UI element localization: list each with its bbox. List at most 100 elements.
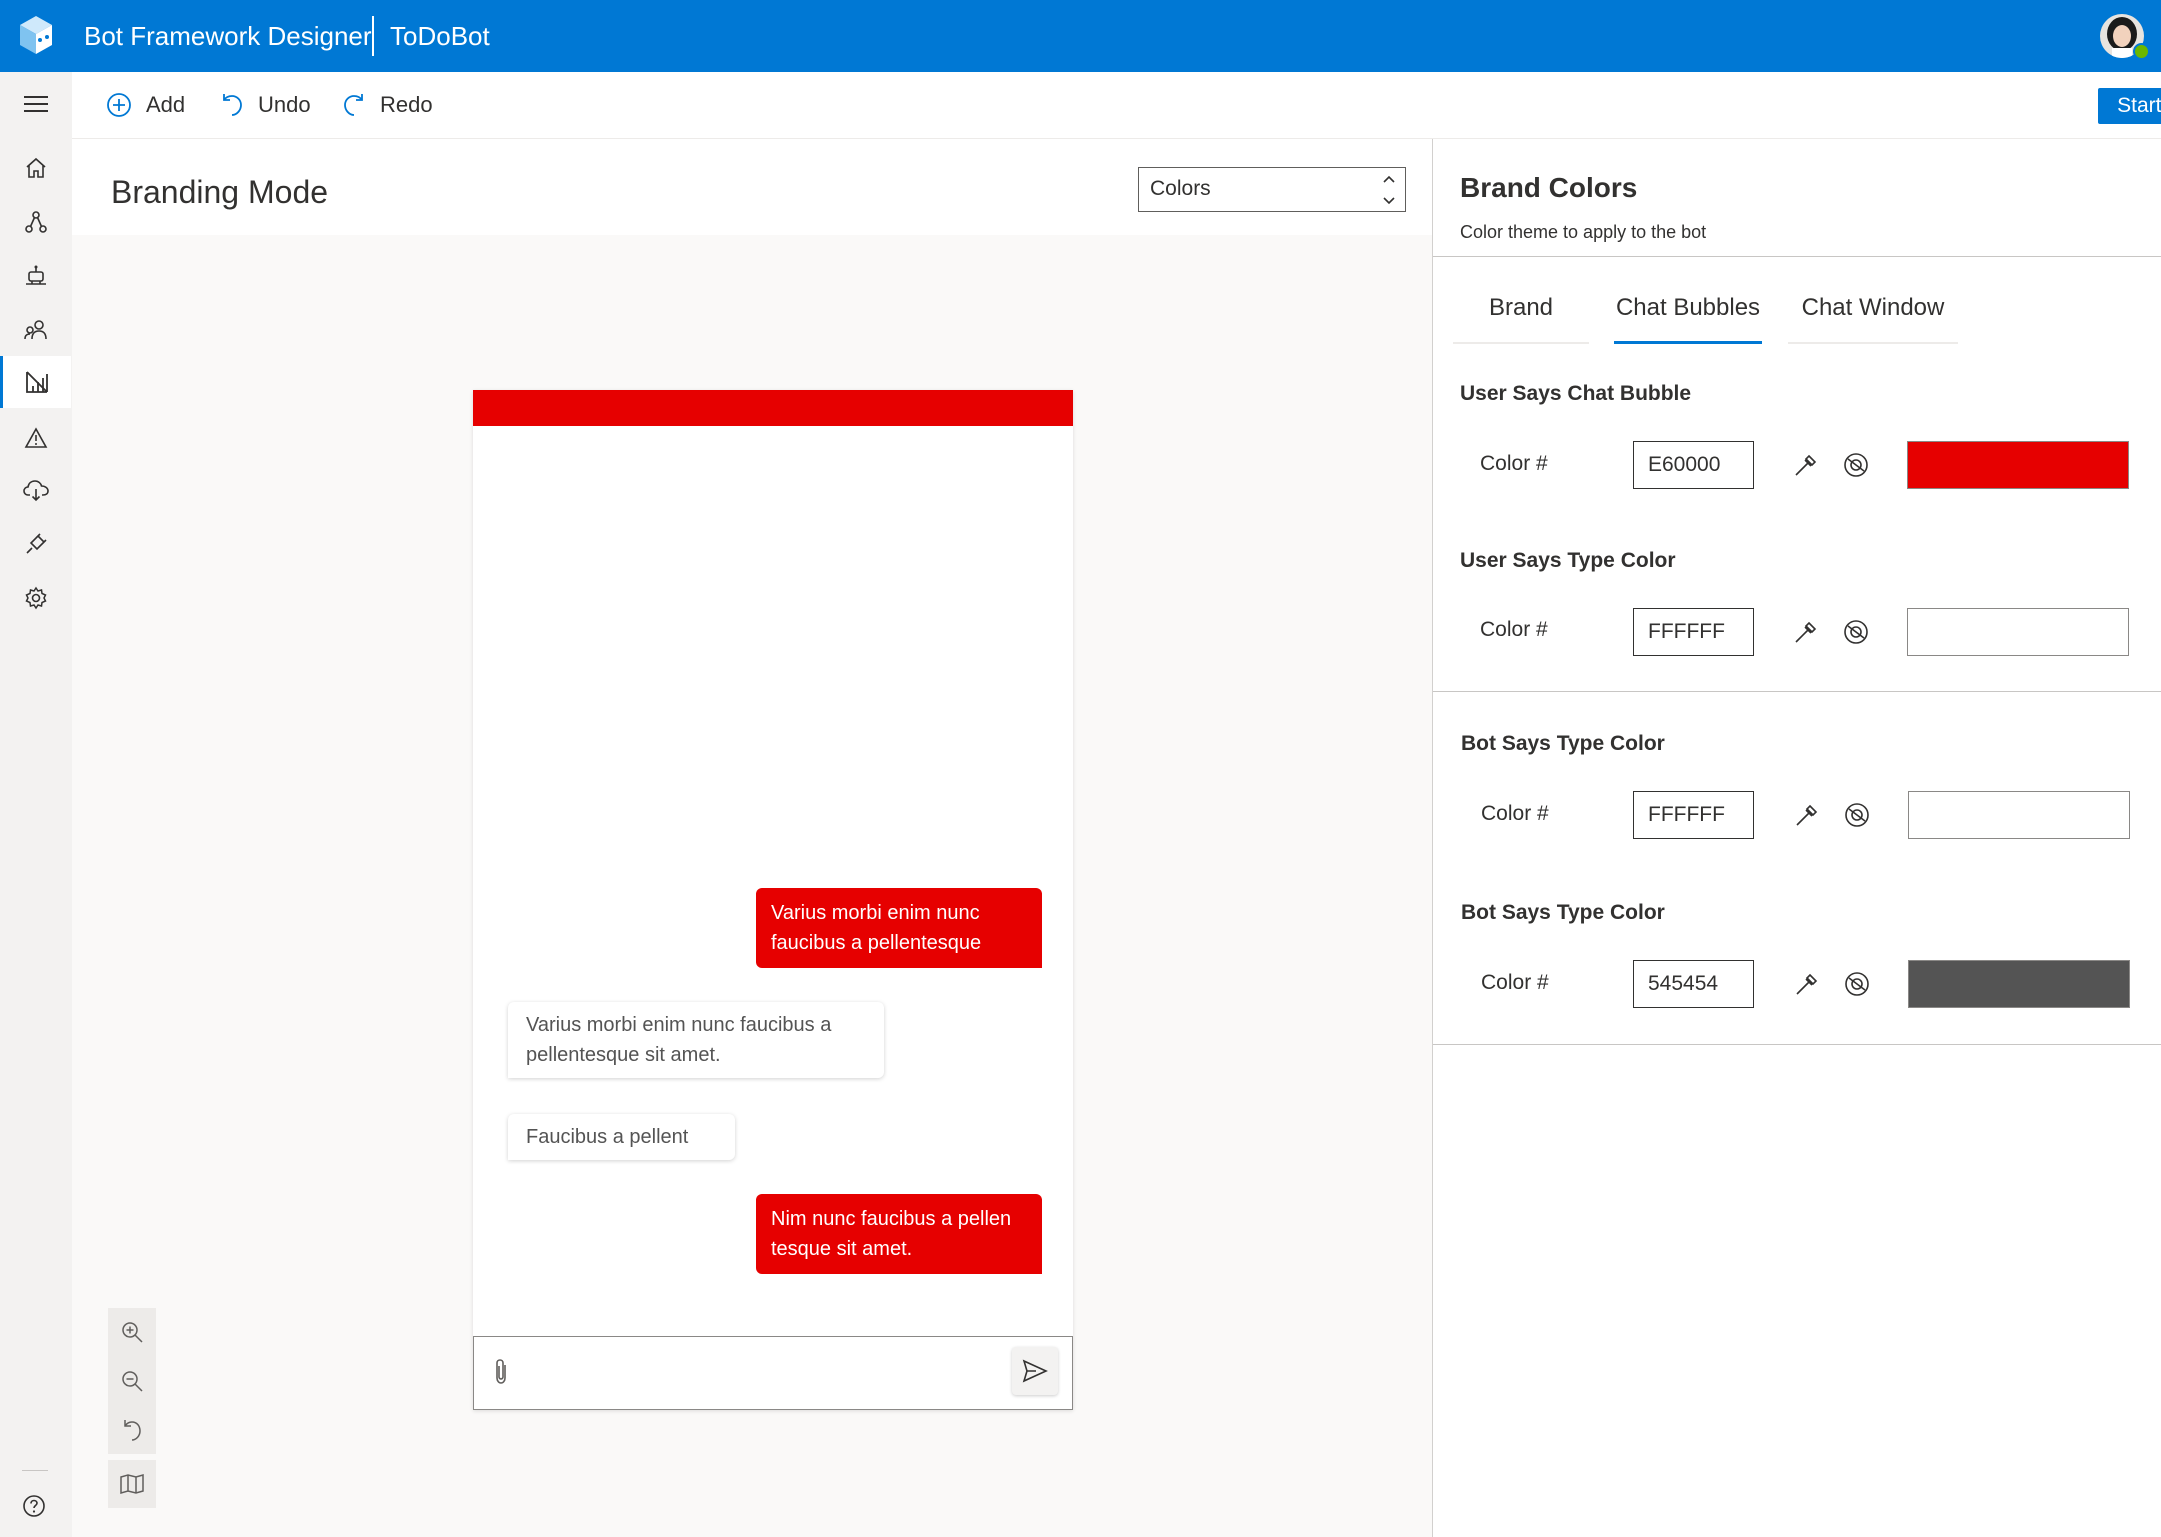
bot-type-2-color-swatch[interactable]	[1908, 960, 2130, 1008]
chat-header-bar	[473, 390, 1073, 426]
bot-type-2-palette-button[interactable]	[1840, 967, 1874, 1001]
add-icon	[107, 93, 131, 117]
panel-title: Brand Colors	[1460, 172, 1638, 203]
nav-item-dialogs[interactable]	[0, 196, 71, 248]
bot-type-2-hex-input[interactable]	[1633, 960, 1754, 1008]
nav-item-plugins[interactable]	[0, 518, 71, 570]
gear-icon	[24, 586, 47, 610]
section-divider	[1433, 1044, 2161, 1045]
undo-button-label: Undo	[258, 92, 311, 117]
paperclip-icon	[496, 1359, 506, 1384]
left-nav	[0, 72, 73, 1537]
send-icon	[1022, 1359, 1048, 1383]
tab-chat-window[interactable]: Chat Window	[1788, 290, 1958, 344]
bot-type-eyedropper-button[interactable]	[1790, 798, 1824, 832]
eyedropper-icon	[1796, 804, 1818, 826]
branding-icon	[26, 371, 48, 393]
help-icon	[23, 1495, 45, 1517]
bot-type-2-eyedropper-button[interactable]	[1790, 967, 1824, 1001]
user-bubble-eyedropper-button[interactable]	[1789, 448, 1823, 482]
app-title: Bot Framework Designer	[84, 21, 372, 51]
zoom-in-icon	[122, 1322, 143, 1343]
redo-icon	[344, 94, 363, 116]
hamburger-menu-button[interactable]	[0, 78, 71, 130]
nav-divider	[22, 1470, 48, 1471]
nav-item-diagnostics[interactable]	[0, 412, 71, 464]
color-label: Color #	[1481, 802, 1549, 825]
zoom-out-icon	[122, 1371, 143, 1392]
title-divider	[372, 16, 374, 56]
command-bar: Add Undo Redo Start Bot	[72, 72, 2161, 139]
user-bubble-hex-input[interactable]	[1633, 441, 1754, 489]
dialogs-icon	[24, 211, 47, 233]
home-icon	[25, 157, 46, 178]
send-button[interactable]	[1012, 1347, 1058, 1395]
section-title-bot-type-2: Bot Says Type Color	[1461, 901, 1665, 924]
tab-chat-bubbles[interactable]: Chat Bubbles	[1614, 290, 1762, 344]
nav-item-users[interactable]	[0, 304, 71, 356]
zoom-out-button[interactable]	[108, 1357, 156, 1405]
reset-zoom-button[interactable]	[108, 1406, 156, 1454]
nav-item-settings[interactable]	[0, 572, 71, 624]
panel-subtitle: Color theme to apply to the bot	[1460, 222, 1707, 242]
section-title-user-bubble: User Says Chat Bubble	[1460, 382, 1692, 405]
user-chat-bubble: Nim nunc faucibus a pellen tesque sit am…	[756, 1194, 1042, 1274]
zoom-controls	[108, 1308, 156, 1454]
cloud-publish-icon	[22, 480, 49, 502]
nav-item-branding[interactable]	[0, 356, 71, 408]
color-palette-icon	[1845, 972, 1869, 996]
start-bot-button[interactable]: Start Bot	[2098, 88, 2161, 124]
user-type-color-swatch[interactable]	[1907, 608, 2129, 656]
add-button[interactable]: Add	[106, 88, 185, 122]
bot-type-hex-input[interactable]	[1633, 791, 1754, 839]
color-label: Color #	[1480, 452, 1548, 475]
user-type-eyedropper-button[interactable]	[1789, 615, 1823, 649]
user-type-palette-button[interactable]	[1839, 615, 1873, 649]
presence-status-badge	[2133, 43, 2150, 60]
nav-item-publish[interactable]	[0, 464, 71, 516]
color-label: Color #	[1481, 971, 1549, 994]
nav-item-bot[interactable]	[0, 250, 71, 302]
bot-framework-logo-icon	[18, 14, 54, 56]
users-icon	[23, 320, 47, 340]
user-chat-bubble: Varius morbi enim nunc faucibus a pellen…	[756, 888, 1042, 968]
color-palette-icon	[1844, 453, 1868, 477]
section-title-bot-type: Bot Says Type Color	[1461, 732, 1665, 755]
page-title: Branding Mode	[111, 174, 329, 210]
zoom-in-button[interactable]	[108, 1308, 156, 1356]
color-palette-icon	[1845, 803, 1869, 827]
undo-button[interactable]: Undo	[220, 88, 311, 122]
redo-button-label: Redo	[380, 92, 433, 117]
bot-type-palette-button[interactable]	[1840, 798, 1874, 832]
eyedropper-icon	[1796, 973, 1818, 995]
reset-icon	[124, 1420, 141, 1441]
section-divider	[1433, 691, 2161, 692]
project-name[interactable]: ToDoBot	[390, 20, 490, 52]
eyedropper-icon	[1795, 621, 1817, 643]
hamburger-icon	[23, 96, 48, 112]
user-type-hex-input[interactable]	[1633, 608, 1754, 656]
spinner-arrows-icon	[1383, 175, 1395, 205]
chat-preview: Varius morbi enim nunc faucibus a pellen…	[473, 390, 1073, 1410]
mode-select[interactable]: Colors	[1138, 167, 1406, 212]
undo-icon	[223, 94, 242, 116]
eyedropper-icon	[1795, 454, 1817, 476]
user-bubble-palette-button[interactable]	[1839, 448, 1873, 482]
plugin-icon	[25, 533, 47, 554]
user-bubble-color-swatch[interactable]	[1907, 441, 2129, 489]
bot-chat-bubble: Varius morbi enim nunc faucibus a pellen…	[508, 1002, 884, 1078]
add-button-label: Add	[146, 92, 186, 117]
bot-icon	[25, 265, 46, 285]
color-label: Color #	[1480, 618, 1548, 641]
panel-divider	[1433, 256, 2161, 257]
minimap-button[interactable]	[108, 1460, 156, 1508]
tab-brand[interactable]: Brand	[1453, 290, 1589, 344]
attach-button[interactable]	[492, 1357, 512, 1387]
nav-item-home[interactable]	[0, 142, 71, 194]
redo-button[interactable]: Redo	[342, 88, 433, 122]
help-button[interactable]	[22, 1494, 46, 1518]
map-icon	[120, 1474, 144, 1494]
chat-input-box[interactable]	[473, 1336, 1073, 1410]
bot-type-color-swatch[interactable]	[1908, 791, 2130, 839]
color-palette-icon	[1844, 620, 1868, 644]
